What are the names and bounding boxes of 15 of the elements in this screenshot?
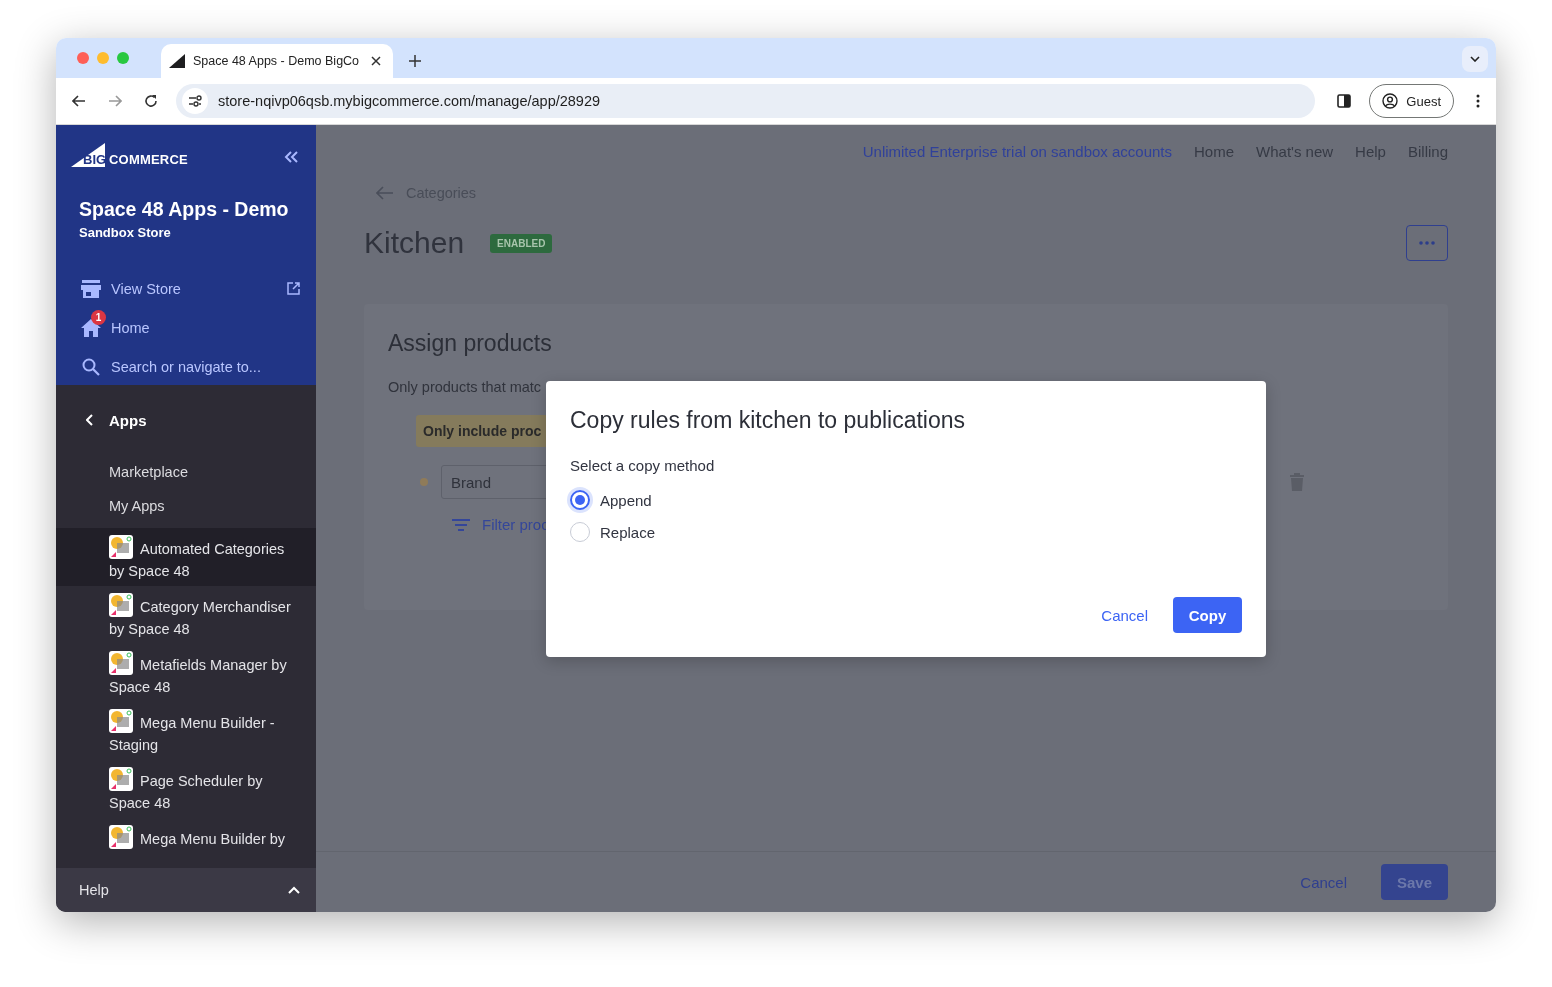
card-description: Only products that matc <box>388 379 543 395</box>
rule-banner: Only include proc <box>416 415 549 447</box>
radio-label: Append <box>600 491 652 509</box>
logo-prefix: BIG <box>83 151 107 167</box>
logo-wordmark: COMMERCE <box>109 151 188 167</box>
status-badge: ENABLED <box>490 233 553 253</box>
store-type: Sandbox Store <box>79 225 172 240</box>
card-title: Assign products <box>388 330 553 357</box>
dialog-title: Copy rules from kitchen to publications <box>570 407 967 434</box>
notification-badge: 1 <box>91 309 106 325</box>
tab-title: Space 48 Apps - Demo BigCo <box>193 54 361 68</box>
store-name: Space 48 Apps - Demo <box>79 198 290 221</box>
page-title: Kitchen <box>364 226 465 260</box>
dialog-prompt: Select a copy method <box>570 457 716 474</box>
radio-label: Replace <box>600 523 656 541</box>
